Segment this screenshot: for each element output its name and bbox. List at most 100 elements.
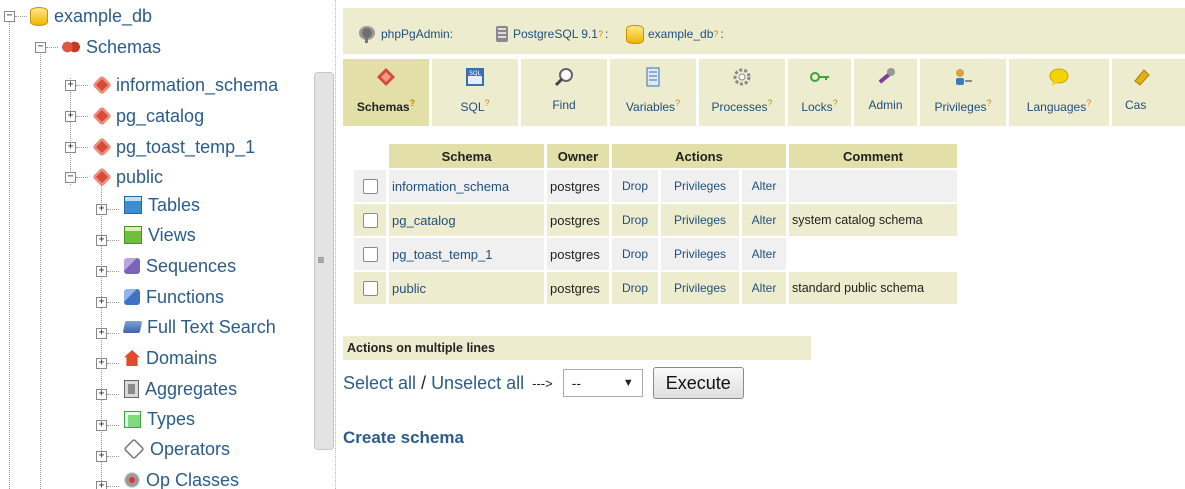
schema-link[interactable]: information_schema bbox=[389, 170, 544, 202]
expand-toggle-icon[interactable]: + bbox=[96, 451, 107, 462]
tree-node-label: Operators bbox=[150, 438, 231, 459]
tree-node-label: Functions bbox=[146, 286, 225, 307]
breadcrumb-server[interactable]: PostgreSQL 9.1?: bbox=[495, 24, 608, 44]
create-schema-link[interactable]: Create schema bbox=[343, 428, 464, 448]
tree-node-public[interactable]: public bbox=[92, 162, 163, 192]
expand-toggle-icon[interactable]: + bbox=[96, 328, 107, 339]
tree-node-operators[interactable]: Operators bbox=[123, 434, 231, 464]
database-icon bbox=[626, 24, 644, 44]
tab-label: Variables bbox=[625, 100, 676, 114]
schema-link[interactable]: pg_catalog bbox=[389, 204, 544, 236]
privileges-link[interactable]: Privileges bbox=[661, 170, 739, 202]
tab-admin[interactable]: Admin bbox=[854, 59, 917, 126]
expand-toggle-icon[interactable]: + bbox=[65, 142, 76, 153]
collapse-toggle-icon[interactable]: − bbox=[65, 172, 76, 183]
help-link[interactable]: ? bbox=[833, 98, 838, 108]
select-all-link[interactable]: Select all bbox=[343, 373, 416, 394]
tab-privileges[interactable]: Privileges? bbox=[920, 59, 1006, 126]
tab-processes[interactable]: Processes? bbox=[699, 59, 785, 126]
tree-node-label: Op Classes bbox=[146, 469, 240, 489]
expand-toggle-icon[interactable]: + bbox=[96, 358, 107, 369]
execute-button[interactable]: Execute bbox=[652, 367, 744, 399]
privileges-link[interactable]: Privileges bbox=[661, 238, 739, 270]
multi-action-select[interactable]: -- ▼ bbox=[562, 369, 643, 397]
schema-link[interactable]: pg_toast_temp_1 bbox=[389, 238, 544, 270]
collapse-toggle-icon[interactable]: − bbox=[4, 11, 15, 22]
expand-toggle-icon[interactable]: + bbox=[96, 266, 107, 277]
table-header-row: Schema Owner Actions Comment bbox=[354, 144, 957, 168]
tree-node-label: Full Text Search bbox=[147, 316, 276, 337]
drop-link[interactable]: Drop bbox=[612, 272, 658, 304]
tree-node-sequences[interactable]: Sequences bbox=[124, 251, 236, 281]
tab-variables[interactable]: Variables? bbox=[610, 59, 696, 126]
tree-node-label: Domains bbox=[146, 347, 218, 368]
expand-toggle-icon[interactable]: + bbox=[65, 111, 76, 122]
owner-cell: postgres bbox=[547, 272, 609, 304]
breadcrumb-database[interactable]: example_db?: bbox=[626, 24, 724, 44]
row-checkbox[interactable] bbox=[362, 247, 378, 263]
expand-toggle-icon[interactable]: + bbox=[96, 235, 107, 246]
help-link[interactable]: ? bbox=[598, 29, 603, 39]
tree-node-domains[interactable]: Domains bbox=[124, 343, 217, 373]
help-link[interactable]: ? bbox=[1086, 98, 1091, 108]
alter-link[interactable]: Alter bbox=[742, 238, 786, 270]
tree-node-pg-toast-temp-1[interactable]: pg_toast_temp_1 bbox=[92, 132, 255, 162]
tree-node-pg-catalog[interactable]: pg_catalog bbox=[92, 101, 204, 131]
privileges-link[interactable]: Privileges bbox=[661, 272, 739, 304]
table-row: public postgres Drop Privileges Alter st… bbox=[354, 272, 957, 304]
tree-guide bbox=[70, 78, 71, 185]
alter-link[interactable]: Alter bbox=[742, 272, 786, 304]
drop-link[interactable]: Drop bbox=[612, 238, 658, 270]
tree-node-aggregates[interactable]: Aggregates bbox=[124, 374, 237, 404]
expand-toggle-icon[interactable]: + bbox=[65, 80, 76, 91]
tree-node-label: Views bbox=[148, 224, 196, 245]
alter-link[interactable]: Alter bbox=[742, 204, 786, 236]
help-link[interactable]: ? bbox=[485, 98, 490, 108]
breadcrumb-database-label: example_db bbox=[648, 27, 714, 41]
schemas-icon bbox=[62, 39, 80, 55]
drop-link[interactable]: Drop bbox=[612, 170, 658, 202]
privileges-link[interactable]: Privileges bbox=[661, 204, 739, 236]
tree-node-views[interactable]: Views bbox=[124, 220, 196, 250]
splitter-grip-icon[interactable]: ≡ bbox=[316, 253, 326, 267]
tree-node-example-db[interactable]: example_db bbox=[30, 1, 152, 31]
row-checkbox[interactable] bbox=[362, 213, 378, 229]
expand-toggle-icon[interactable]: + bbox=[96, 297, 107, 308]
tab-languages[interactable]: Languages? bbox=[1009, 59, 1109, 126]
expand-toggle-icon[interactable]: + bbox=[96, 204, 107, 215]
tab-find[interactable]: Find bbox=[521, 59, 607, 126]
select-column-header bbox=[354, 144, 386, 168]
help-link[interactable]: ? bbox=[713, 29, 718, 39]
tree-node-schemas[interactable]: Schemas bbox=[62, 32, 161, 62]
tab-locks[interactable]: Locks? bbox=[788, 59, 851, 126]
schema-icon bbox=[92, 167, 112, 187]
multi-actions-heading: Actions on multiple lines bbox=[343, 336, 811, 360]
help-link[interactable]: ? bbox=[987, 98, 992, 108]
expand-toggle-icon[interactable]: + bbox=[96, 420, 107, 431]
tree-node-tables[interactable]: Tables bbox=[124, 190, 200, 220]
column-header-owner: Owner bbox=[547, 144, 609, 168]
link-separator: / bbox=[416, 372, 432, 393]
alter-link[interactable]: Alter bbox=[742, 170, 786, 202]
tab-schemas[interactable]: Schemas? bbox=[343, 59, 429, 126]
expand-toggle-icon[interactable]: + bbox=[96, 389, 107, 400]
tree-node-full-text-search[interactable]: Full Text Search bbox=[122, 312, 276, 342]
tree-node-information-schema[interactable]: information_schema bbox=[92, 70, 278, 100]
help-link[interactable]: ? bbox=[410, 98, 416, 108]
help-link[interactable]: ? bbox=[675, 98, 680, 108]
expand-toggle-icon[interactable]: + bbox=[96, 481, 107, 489]
row-checkbox[interactable] bbox=[362, 179, 378, 195]
unselect-all-link[interactable]: Unselect all bbox=[431, 373, 524, 394]
tab-sql[interactable]: SQL SQL? bbox=[432, 59, 518, 126]
tree-node-op-classes[interactable]: Op Classes bbox=[124, 465, 239, 489]
drop-link[interactable]: Drop bbox=[612, 204, 658, 236]
row-checkbox[interactable] bbox=[362, 281, 378, 297]
collapse-toggle-icon[interactable]: − bbox=[35, 42, 46, 53]
tree-node-functions[interactable]: Functions bbox=[124, 282, 224, 312]
help-link[interactable]: ? bbox=[768, 98, 773, 108]
tree-node-types[interactable]: Types bbox=[124, 404, 195, 434]
schema-link[interactable]: public bbox=[389, 272, 544, 304]
arrow-text: ---> bbox=[532, 375, 553, 391]
tab-casts[interactable]: Cas bbox=[1112, 59, 1185, 126]
breadcrumb-app[interactable]: phpPgAdmin: bbox=[357, 24, 453, 44]
